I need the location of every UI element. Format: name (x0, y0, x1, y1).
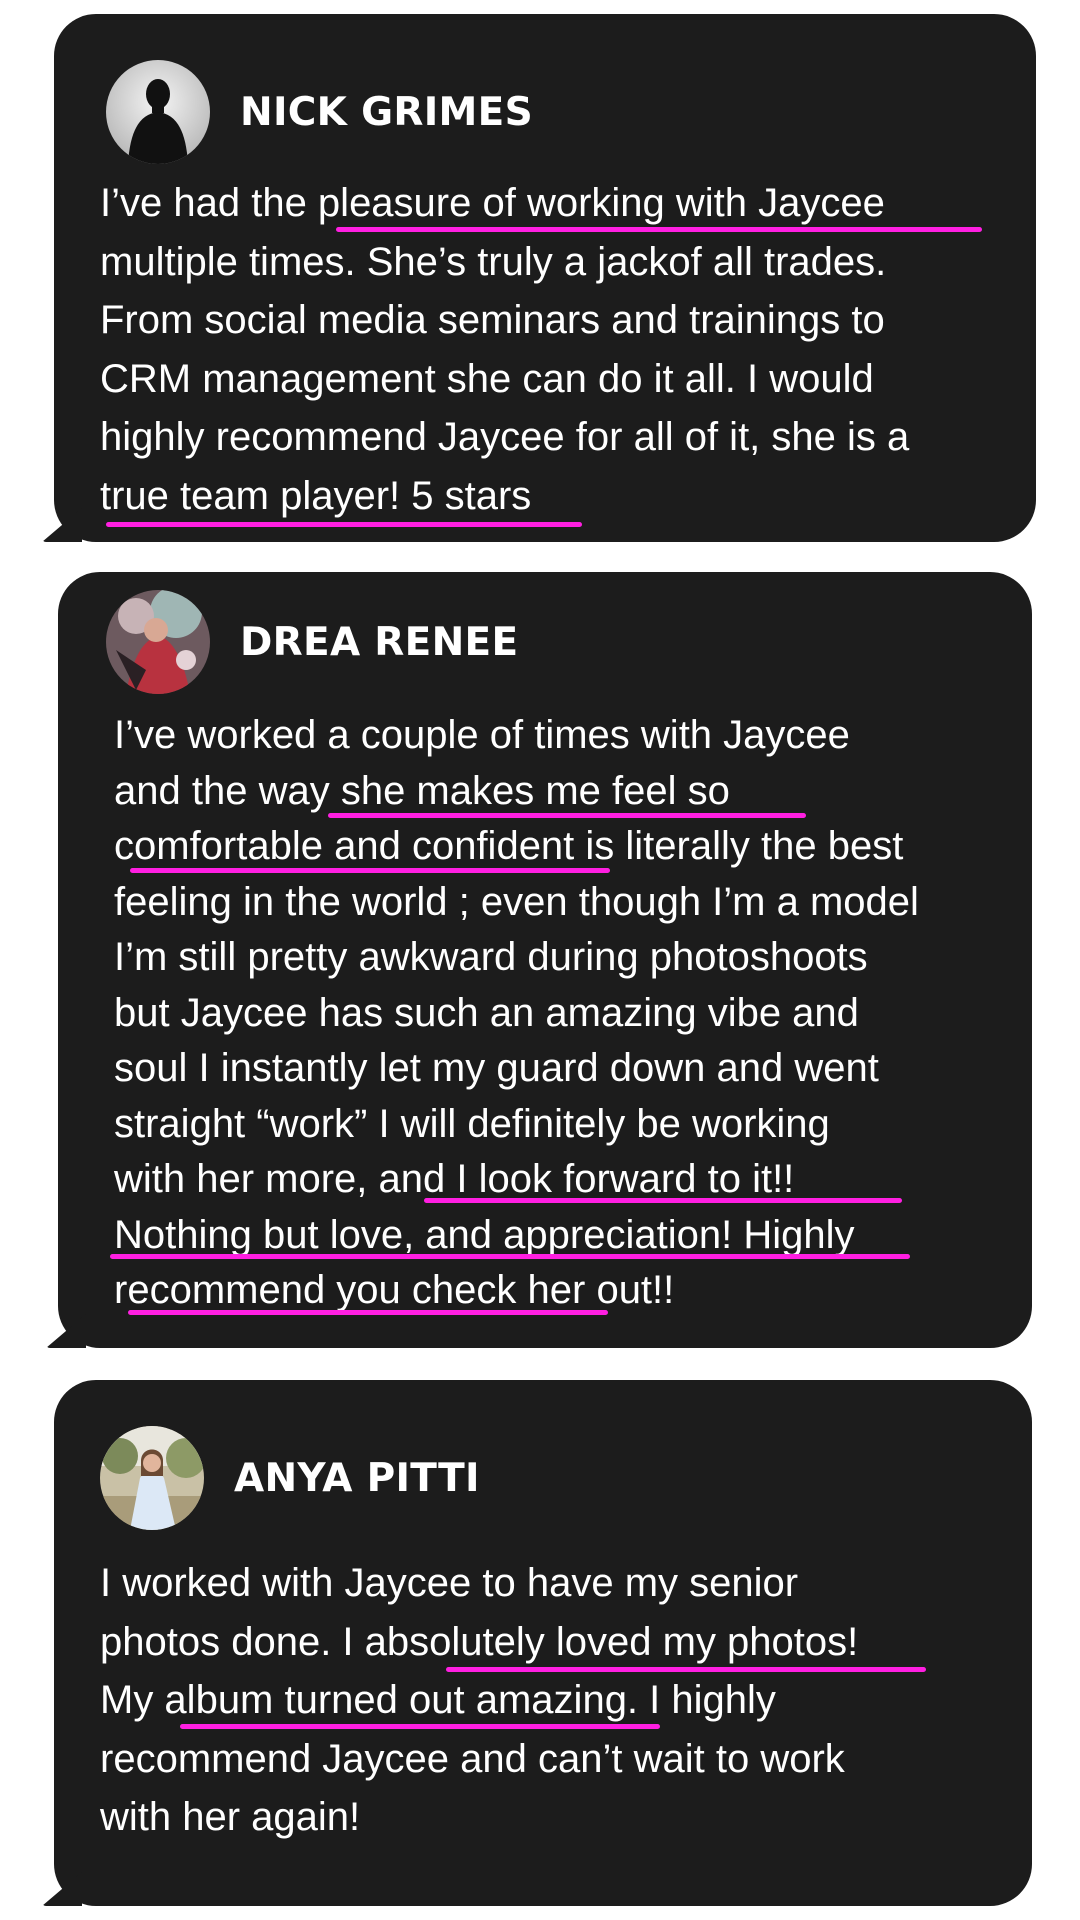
text-line: multiple times. She’s truly a jackof all… (100, 239, 887, 284)
avatar (106, 60, 210, 164)
testimonial-card-drea-renee: DREA RENEE I’ve worked a couple of times… (46, 572, 1032, 1348)
text-line: recommend Jaycee and can’t wait to work (100, 1736, 845, 1781)
testimonial-header: DREA RENEE (106, 590, 518, 694)
text-line: I’ve had the pleasure of working with Ja… (100, 181, 885, 225)
text-line: My album turned out amazing. I highly (100, 1678, 776, 1722)
reviewer-name: NICK GRIMES (240, 89, 533, 135)
text-line: soul I instantly let my guard down and w… (114, 1046, 879, 1090)
highlight-underline (336, 227, 982, 232)
text-line: straight “work” I will definitely be wor… (114, 1101, 830, 1146)
avatar (106, 590, 210, 694)
testimonial-header: NICK GRIMES (106, 60, 533, 164)
text-line: feeling in the world ; even though I’m a… (114, 879, 919, 924)
reviewer-name: DREA RENEE (240, 619, 519, 665)
text-line: From social media seminars and trainings… (100, 298, 885, 342)
speech-bubble-tail (42, 1872, 82, 1906)
testimonial-text: I’ve worked a couple of times with Jayce… (114, 708, 919, 1319)
speech-bubble-tail (42, 508, 82, 542)
text-line: I worked with Jaycee to have my senior (100, 1561, 799, 1605)
testimonial-card-nick-grimes: NICK GRIMES I’ve had the pleasure of wor… (42, 14, 1036, 542)
text-line: comfortable and confident is literally t… (114, 824, 904, 868)
text-line: I’m still pretty awkward during photosho… (114, 935, 868, 979)
highlight-underline (424, 1198, 902, 1203)
photo-avatar-icon (106, 590, 210, 694)
highlight-underline (128, 1310, 608, 1315)
highlight-underline (106, 522, 582, 527)
highlight-underline (446, 1667, 926, 1672)
text-line: with her again! (100, 1795, 361, 1839)
testimonial-text: I worked with Jaycee to have my senior p… (100, 1554, 858, 1847)
text-line: and the way she makes me feel so (114, 768, 730, 813)
highlight-underline (328, 813, 806, 818)
text-line: true team player! 5 stars (100, 473, 532, 518)
testimonial-header: ANYA PITTI (100, 1426, 480, 1530)
text-line: I’ve worked a couple of times with Jayce… (114, 713, 850, 757)
reviewer-name: ANYA PITTI (234, 1455, 480, 1501)
testimonial-card-anya-pitti: ANYA PITTI I worked with Jaycee to have … (42, 1380, 1032, 1906)
speech-bubble-tail (46, 1314, 86, 1348)
highlight-underline (130, 868, 610, 873)
person-silhouette-avatar-icon (106, 60, 210, 164)
highlight-underline (180, 1724, 660, 1729)
text-line: but Jaycee has such an amazing vibe and (114, 990, 859, 1035)
text-line: highly recommend Jaycee for all of it, s… (100, 415, 910, 459)
text-line: photos done. I absolutely loved my photo… (100, 1619, 859, 1664)
highlight-underline (110, 1254, 910, 1259)
avatar (100, 1426, 204, 1530)
text-line: CRM management she can do it all. I woul… (100, 356, 874, 401)
photo-avatar-icon (100, 1426, 204, 1530)
